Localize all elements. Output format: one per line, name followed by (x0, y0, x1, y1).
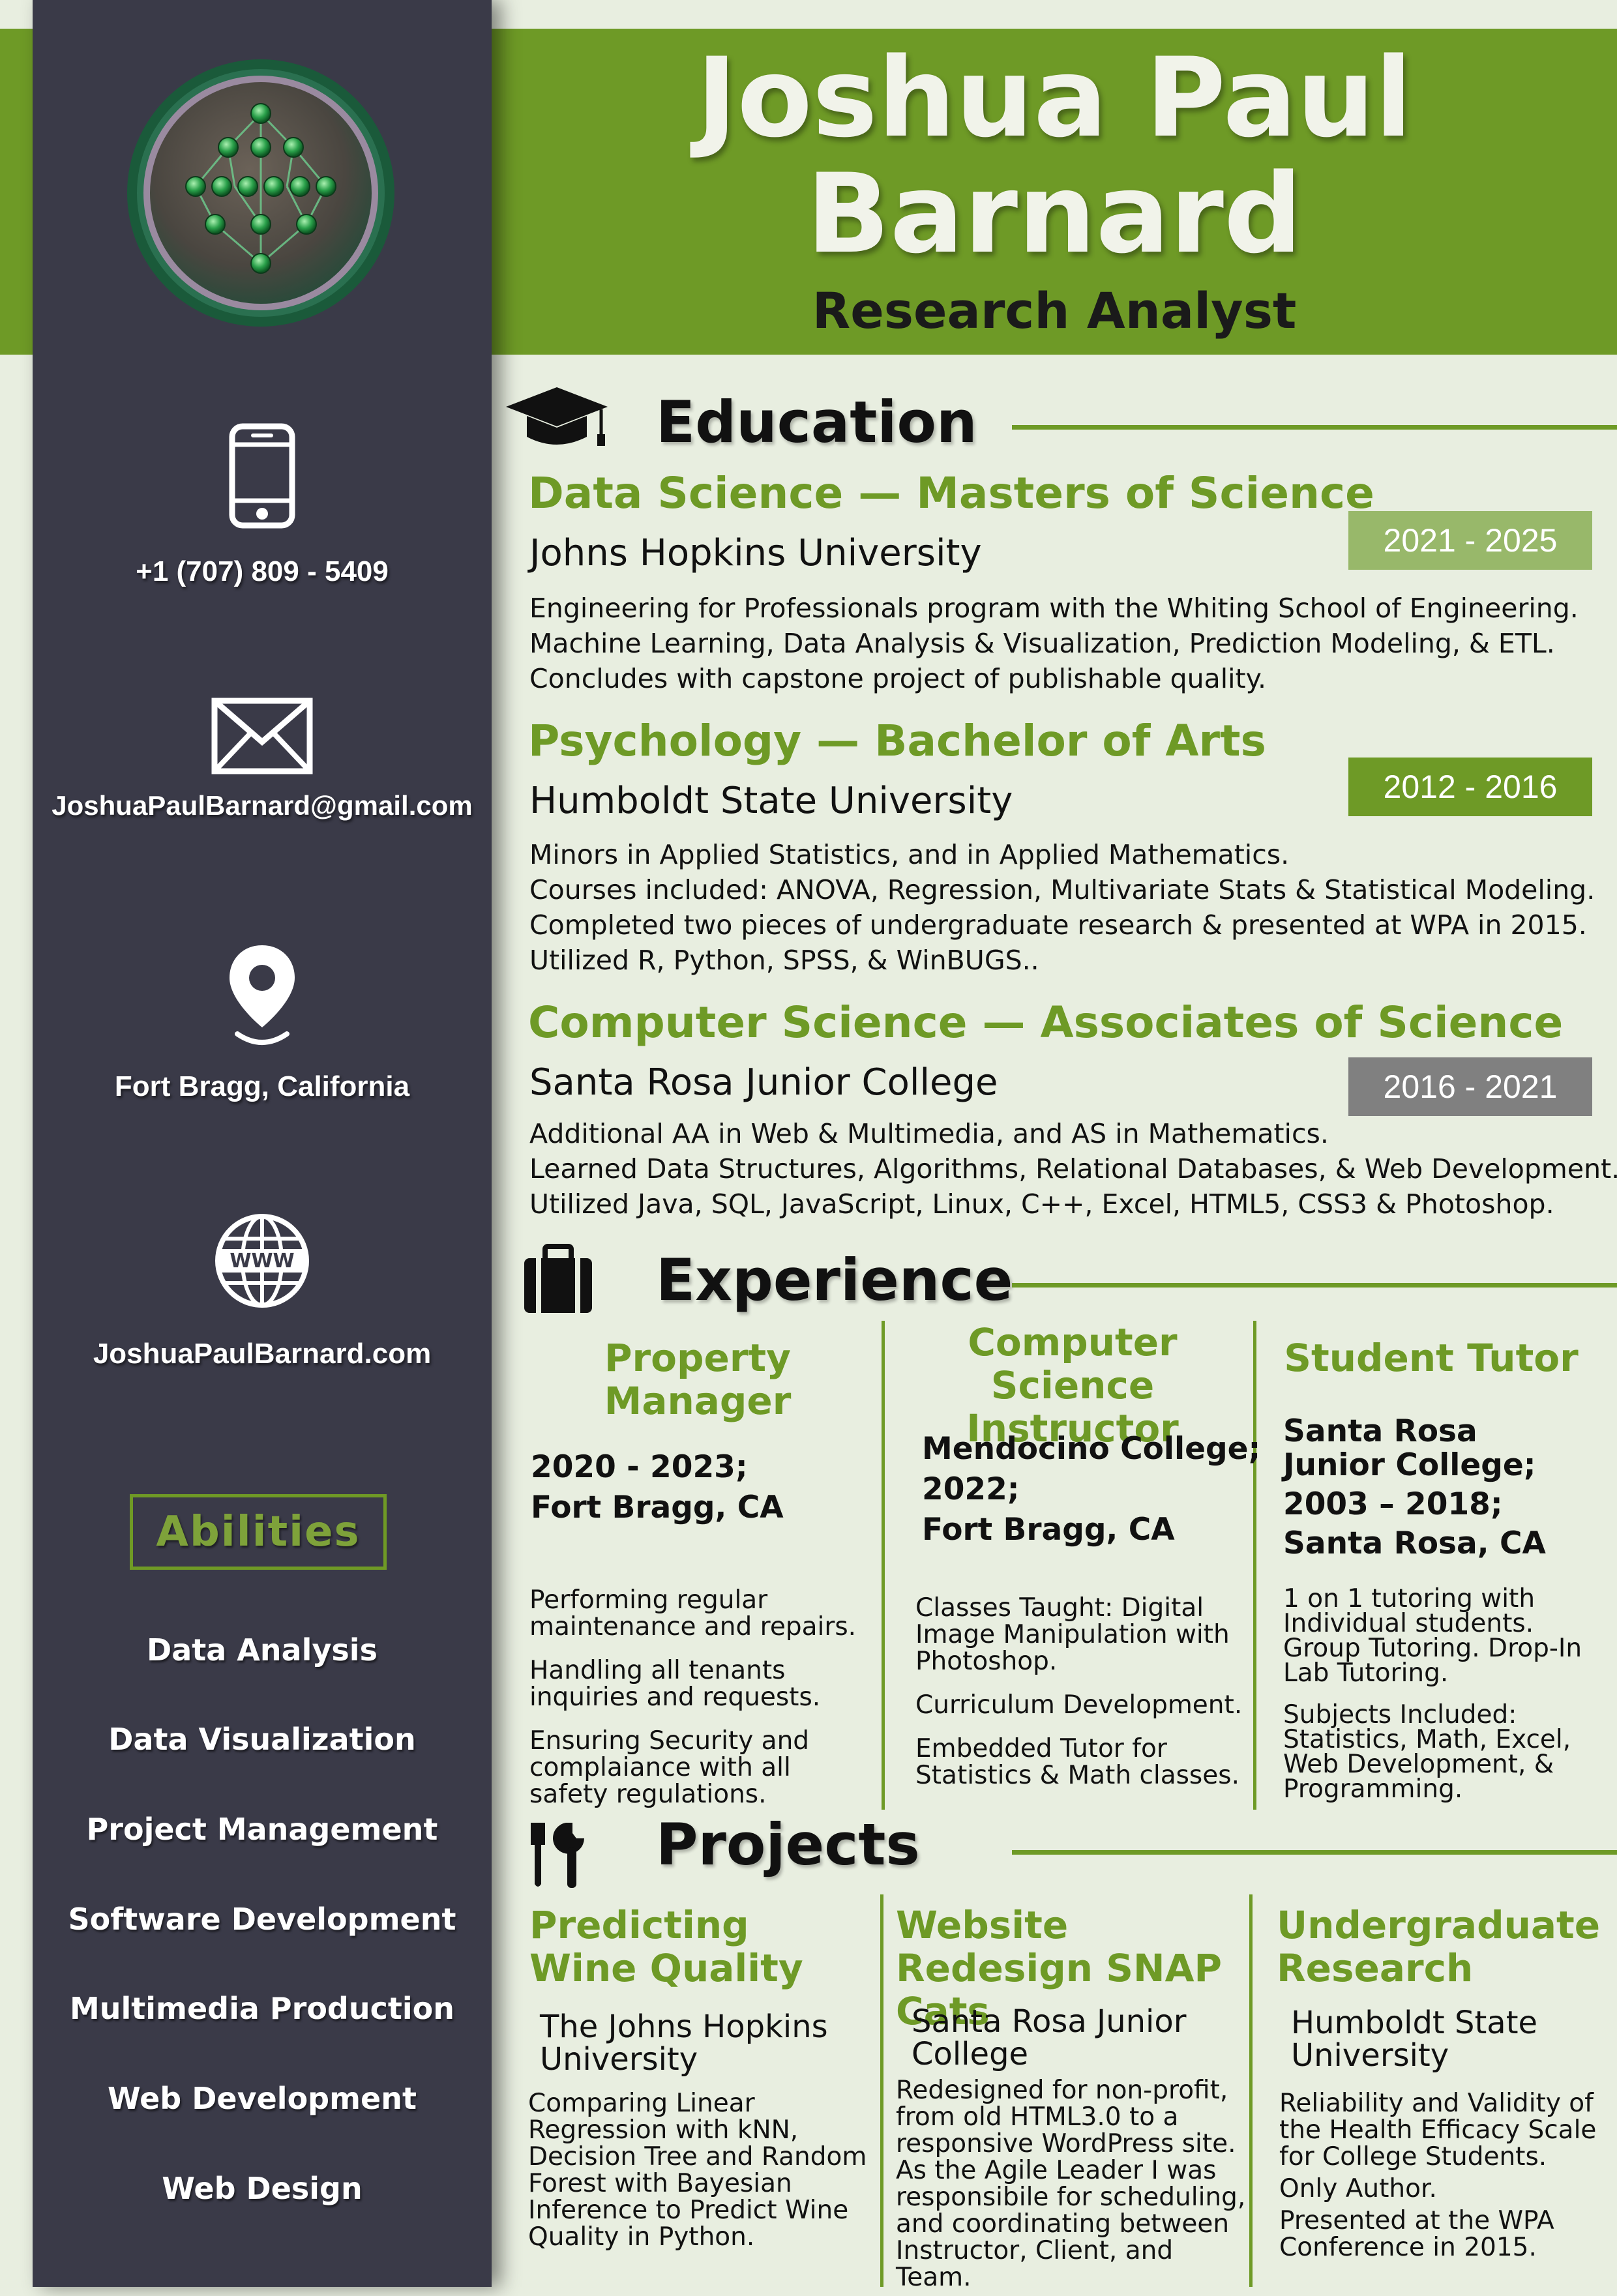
project-org: The Johns Hopkins University (540, 2009, 828, 2078)
phone-icon (229, 423, 295, 529)
ability-item: Project Management (86, 1812, 438, 1847)
ability-item: Data Analysis (147, 1632, 378, 1668)
projects-title: Projects (656, 1811, 920, 1878)
column-divider (880, 1894, 883, 2287)
ability-item: Web Design (162, 2171, 363, 2206)
globe-icon: WWW (215, 1214, 309, 1308)
school-name: Humboldt State University (529, 780, 1013, 822)
project-title: Predicting Wine Quality (529, 1903, 803, 1990)
envelope-icon (211, 698, 313, 774)
degree-title: Computer Science — Associates of Science (528, 997, 1564, 1048)
project-title: Undergraduate Research (1277, 1903, 1601, 1990)
year-badge: 2021 - 2025 (1348, 511, 1592, 570)
education-title: Education (656, 389, 977, 456)
year-badge: 2016 - 2021 (1348, 1057, 1592, 1116)
projects-divider (1012, 1850, 1617, 1855)
ability-item: Data Visualization (108, 1722, 416, 1757)
briefcase-icon (524, 1244, 592, 1313)
job-duties: Classes Taught: Digital Image Manipulati… (915, 1593, 1243, 1790)
column-divider (1253, 1321, 1256, 1810)
project-description: Comparing Linear Regression with kNN, De… (528, 2089, 867, 2252)
education-description: Additional AA in Web & Multimedia, and A… (529, 1118, 1617, 1220)
project-org: Santa Rosa Junior College (912, 2003, 1187, 2072)
email-address[interactable]: JoshuaPaulBarnard@gmail.com (33, 790, 492, 821)
ability-item: Web Development (108, 2081, 417, 2116)
year-badge: 2012 - 2016 (1348, 758, 1592, 816)
ability-item: Multimedia Production (70, 1991, 454, 2026)
job-duties: Performing regular maintenance and repai… (529, 1585, 857, 1809)
graduation-cap-icon (506, 387, 608, 446)
name-first-line: Joshua Paul (696, 34, 1413, 162)
column-divider (882, 1321, 885, 1810)
sidebar: +1 (707) 809 - 5409 JoshuaPaulBarnard@gm… (33, 0, 492, 2287)
project-description: Redesigned for non-profit, from old HTML… (896, 2076, 1246, 2292)
job-details: 2020 - 2023; Fort Bragg, CA (531, 1449, 784, 1525)
globe-www-text: WWW (230, 1250, 294, 1273)
abilities-heading: Abilities (130, 1494, 387, 1570)
project-description: Reliability and Validity of the Health E… (1279, 2089, 1597, 2262)
location: Fort Bragg, California (114, 1070, 410, 1102)
education-description: Minors in Applied Statistics, and in App… (529, 839, 1595, 976)
name-last-line: Barnard (806, 150, 1303, 278)
education-divider (1012, 425, 1617, 430)
map-pin-icon (230, 945, 295, 1045)
job-details: Santa Rosa Junior College; 2003 – 2018; … (1283, 1413, 1546, 1561)
school-name: Santa Rosa Junior College (529, 1061, 998, 1104)
experience-title: Experience (656, 1246, 1013, 1314)
neural-network-logo (127, 59, 394, 327)
school-name: Johns Hopkins University (529, 532, 982, 574)
website-link[interactable]: JoshuaPaulBarnard.com (33, 1338, 492, 1370)
column-divider (1249, 1894, 1253, 2287)
job-details: Mendocino College; 2022; Fort Bragg, CA (922, 1431, 1261, 1548)
degree-title: Psychology — Bachelor of Arts (528, 716, 1266, 766)
job-title: Property Manager (604, 1336, 792, 1423)
tools-icon (531, 1823, 584, 1888)
job-duties: 1 on 1 tutoring with Individual students… (1283, 1584, 1582, 1804)
project-org: Humboldt State University (1291, 2005, 1538, 2074)
education-description: Engineering for Professionals program wi… (529, 593, 1579, 694)
job-title: Student Tutor (1284, 1336, 1579, 1380)
degree-title: Data Science — Masters of Science (528, 468, 1374, 518)
phone-number[interactable]: +1 (707) 809 - 5409 (33, 555, 492, 588)
ability-item: Software Development (68, 1902, 456, 1937)
experience-divider (1012, 1283, 1617, 1288)
job-title: Research Analyst (812, 282, 1297, 340)
